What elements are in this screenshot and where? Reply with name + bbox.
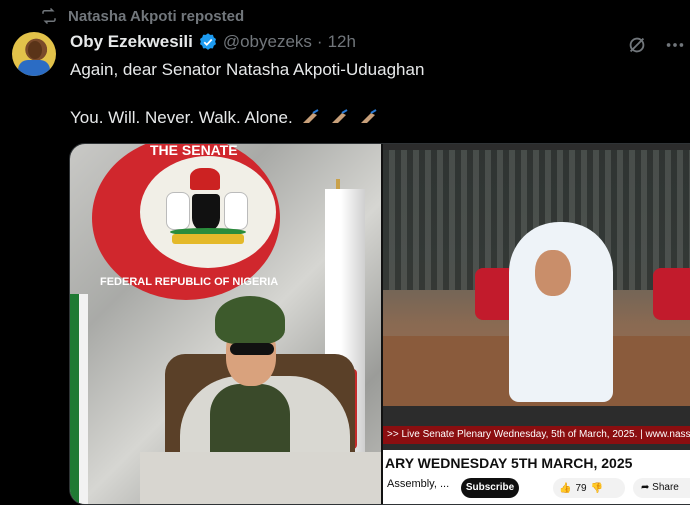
share-button: ➦ Share — [633, 478, 690, 498]
separator-dot: · — [316, 32, 323, 51]
senate-seal: THE SENATE FEDERAL REPUBLIC OF NIGERIA — [92, 143, 280, 300]
tweet-media[interactable]: THE SENATE FEDERAL REPUBLIC OF NIGERIA >… — [69, 143, 690, 505]
more-icon[interactable] — [664, 34, 686, 56]
nigeria-flag — [70, 294, 88, 504]
seal-top-text: THE SENATE — [150, 143, 238, 158]
photo-senator-desk[interactable]: THE SENATE FEDERAL REPUBLIC OF NIGERIA — [70, 144, 381, 504]
repost-icon — [42, 7, 56, 25]
writing-hand-emoji — [303, 109, 319, 123]
tweet-text-line2: You. Will. Never. Walk. Alone. — [70, 108, 379, 128]
video-title: ARY WEDNESDAY 5TH MARCH, 2025 — [383, 450, 690, 476]
channel-name: Assembly, ... — [387, 478, 450, 490]
author-handle[interactable]: @obyezeks — [223, 32, 312, 52]
tweet-text-line1: Again, dear Senator Natasha Akpoti-Uduag… — [70, 60, 425, 79]
senator-figure — [509, 222, 613, 402]
repost-label: Natasha Akpoti reposted — [68, 7, 245, 25]
seal-bottom-text: FEDERAL REPUBLIC OF NIGERIA — [100, 276, 279, 288]
repost-context[interactable]: Natasha Akpoti reposted — [40, 6, 244, 26]
share-icon: ➦ — [641, 482, 650, 493]
writing-hand-emoji — [332, 109, 348, 123]
subscribe-button: Subscribe — [461, 478, 519, 498]
like-dislike-pill: 👍 79 👎 — [553, 478, 625, 498]
timestamp[interactable]: 12h — [328, 32, 356, 52]
grok-icon[interactable] — [626, 34, 648, 56]
live-ticker: >> Live Senate Plenary Wednesday, 5th of… — [383, 426, 690, 444]
top-actions — [626, 34, 686, 56]
verified-badge-icon — [199, 33, 216, 50]
tweet-text-line2-words: You. Will. Never. Walk. Alone. — [70, 108, 293, 127]
tweet-header: Oby Ezekwesili @obyezeks · 12h — [70, 32, 356, 52]
video-screenshot-plenary[interactable]: >> Live Senate Plenary Wednesday, 5th of… — [383, 144, 690, 504]
share-label: Share — [652, 482, 679, 493]
author-avatar[interactable] — [12, 32, 56, 76]
writing-hand-emoji — [360, 109, 377, 123]
video-actions-bar: Assembly, ... Subscribe 👍 79 👎 ➦ Share — [383, 476, 690, 504]
author-name[interactable]: Oby Ezekwesili — [70, 32, 193, 52]
